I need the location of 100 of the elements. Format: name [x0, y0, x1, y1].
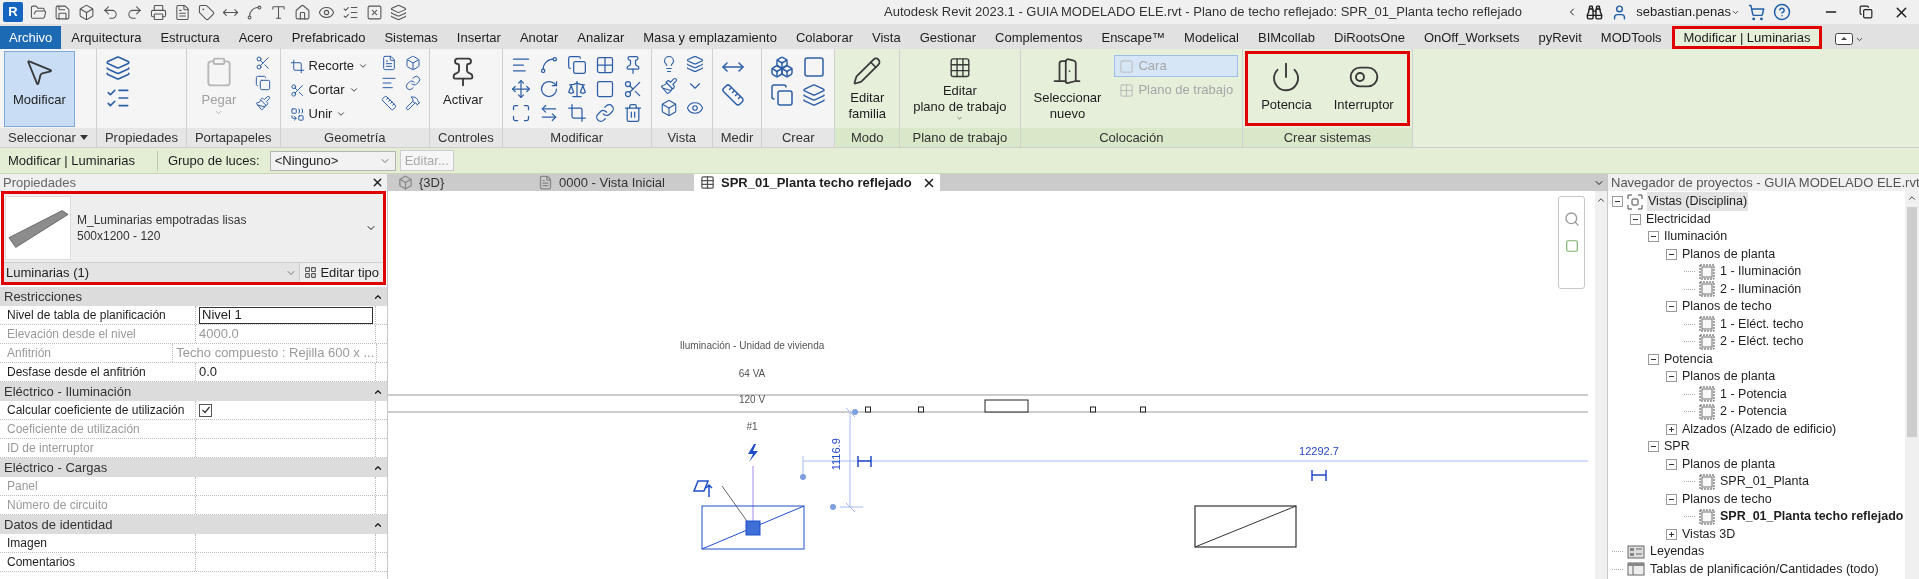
collapse-toggle[interactable]	[1666, 371, 1677, 383]
collapse-toggle[interactable]	[1648, 353, 1659, 365]
tree-item[interactable]: 2 - Iluminación	[1719, 279, 1803, 299]
collapse-toggle[interactable]	[1630, 213, 1641, 225]
ruler-icon[interactable]	[720, 83, 745, 107]
copy-icon[interactable]	[770, 83, 795, 107]
rotate-icon[interactable]	[538, 79, 559, 99]
tree-item[interactable]: Electricidad	[1645, 209, 1712, 229]
tree-item[interactable]: SPR	[1663, 437, 1691, 457]
view-tab[interactable]: SPR_01_Planta techo reflejado	[694, 174, 940, 191]
tree-item[interactable]: Tablas de planificación/Cantidades (todo)	[1649, 559, 1880, 579]
ribbon-tab[interactable]: BIMcollab	[1249, 26, 1325, 49]
print-icon[interactable]	[150, 3, 167, 21]
lines-icon[interactable]	[381, 75, 398, 91]
link-icon[interactable]	[594, 103, 615, 123]
close-icon[interactable]	[371, 176, 384, 189]
instance-dropdown[interactable]: Luminarias (1)	[4, 263, 301, 282]
split-icon[interactable]	[622, 79, 643, 99]
ribbon-tab[interactable]: Vista	[863, 26, 910, 49]
tree-item[interactable]: Leyendas	[1649, 542, 1706, 562]
dimension-text[interactable]: 12292.7	[1299, 443, 1339, 460]
link-icon[interactable]	[405, 75, 422, 91]
scrollbar-thumb[interactable]	[1907, 207, 1917, 437]
ribbon-tab[interactable]: Archivo	[0, 26, 62, 49]
tree-item[interactable]: 1 - Eléct. techo	[1719, 314, 1805, 334]
tree-item[interactable]: 1 - Iluminación	[1719, 262, 1803, 282]
collapse-toggle[interactable]	[1666, 301, 1677, 313]
ribbon-tab[interactable]: DiRootsOne	[1325, 26, 1414, 49]
ribbon-button[interactable]: Editar familia	[839, 51, 896, 127]
collapse-toggle[interactable]	[1648, 231, 1659, 243]
ribbon-tab[interactable]: Prefabricado	[282, 26, 375, 49]
ribbon-tab[interactable]: Modelical	[1175, 26, 1248, 49]
ribbon-button[interactable]: Unir	[284, 103, 374, 125]
collapse-toggle[interactable]	[1648, 441, 1659, 453]
ribbon-button[interactable]: Activar	[434, 51, 492, 127]
dimension-marker[interactable]	[857, 455, 872, 468]
offset-icon[interactable]	[510, 103, 531, 123]
copy-icon[interactable]	[566, 55, 587, 75]
user-menu[interactable]: sebastian.penas	[1636, 2, 1740, 22]
box-icon[interactable]	[659, 99, 678, 117]
tree-item[interactable]: SPR_01_Planta	[1719, 472, 1810, 492]
trim-icon[interactable]	[566, 103, 587, 123]
ribbon-tab[interactable]: Analizar	[568, 26, 634, 49]
ribbon-tab[interactable]: Sistemas	[375, 26, 447, 49]
ribbon-tab[interactable]: Acero	[229, 26, 282, 49]
ribbon-tab[interactable]: OnOff_Worksets	[1414, 26, 1529, 49]
close-hidden-icon[interactable]	[366, 3, 383, 21]
selected-luminaire[interactable]	[701, 505, 805, 550]
luminaire-symbol[interactable]	[1194, 505, 1297, 548]
ribbon-button[interactable]: Modificar	[4, 51, 75, 127]
ribbon-tab[interactable]: Estructura	[151, 26, 229, 49]
scroll-up-icon[interactable]	[1907, 193, 1917, 203]
ribbon-tab[interactable]: Arquitectura	[62, 26, 151, 49]
layers-icon[interactable]	[685, 55, 704, 73]
ribbon-tab[interactable]: Masa y emplazamiento	[634, 26, 786, 49]
binoculars-icon[interactable]	[1586, 3, 1604, 21]
eye-icon[interactable]	[685, 99, 704, 117]
letter-icon[interactable]	[270, 3, 287, 21]
box-icon[interactable]	[405, 55, 422, 71]
panel-toggle-icon[interactable]	[1835, 33, 1854, 45]
collapse-toggle[interactable]	[1612, 196, 1623, 208]
collapse-toggle[interactable]	[1666, 493, 1677, 505]
ribbon-tab[interactable]: pyRevit	[1529, 26, 1591, 49]
parts-icon[interactable]	[802, 83, 827, 107]
ribbon-tab[interactable]: Gestionar	[910, 26, 986, 49]
ruler-icon[interactable]	[381, 95, 398, 111]
tree-item[interactable]: Planos de planta	[1681, 367, 1777, 387]
ribbon-button[interactable]: Cortar	[284, 79, 374, 101]
group-dropdown[interactable]: <Ninguno>	[269, 150, 396, 171]
restore-icon[interactable]	[1859, 5, 1873, 19]
property-field[interactable]: Nivel 1	[199, 306, 373, 324]
tree-item[interactable]: Planos de techo	[1681, 489, 1773, 509]
scroll-up-icon[interactable]	[1596, 195, 1606, 205]
tree-item[interactable]: 2 - Eléct. techo	[1719, 332, 1805, 352]
cart-icon[interactable]	[1748, 3, 1765, 21]
tag-icon[interactable]	[198, 3, 215, 21]
brush-icon[interactable]	[254, 95, 271, 111]
hammer-icon[interactable]	[405, 95, 422, 111]
cut-icon[interactable]	[254, 55, 271, 71]
tree-item[interactable]: Vistas (Disciplina)	[1647, 192, 1749, 212]
view-tab[interactable]: {3D}	[394, 174, 534, 191]
delete-icon[interactable]	[622, 103, 643, 123]
undo-icon[interactable]	[102, 3, 119, 21]
tree-item[interactable]: Planos de planta	[1681, 244, 1777, 264]
collapse-toggle[interactable]	[1666, 458, 1677, 470]
save-icon[interactable]	[54, 3, 71, 21]
document-icon[interactable]	[381, 55, 398, 71]
stacked-sheets-icon[interactable]	[104, 55, 131, 81]
square-icon[interactable]	[594, 79, 615, 99]
curve-icon[interactable]	[538, 55, 559, 75]
document-icon[interactable]	[174, 3, 191, 21]
view-tab[interactable]: 0000 - Vista Inicial	[534, 174, 694, 191]
ribbon-button[interactable]: Potencia	[1252, 56, 1321, 123]
scale-icon[interactable]	[566, 79, 587, 99]
tree-item[interactable]: 2 - Potencia	[1719, 402, 1788, 422]
flip-control-icon[interactable]	[692, 480, 713, 498]
collapse-toggle[interactable]	[1666, 248, 1677, 260]
tree-item[interactable]: Potencia	[1663, 349, 1714, 369]
tree-item[interactable]: Iluminación	[1663, 227, 1729, 247]
expand-toggle[interactable]	[1666, 423, 1677, 435]
